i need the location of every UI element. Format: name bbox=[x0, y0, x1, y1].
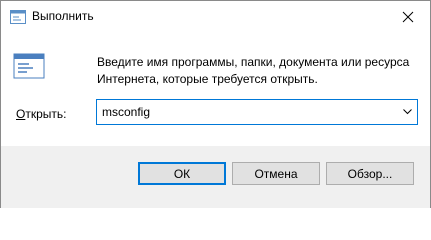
button-bar: ОК Отмена Обзор... bbox=[1, 146, 430, 208]
close-icon bbox=[402, 11, 413, 22]
ok-button[interactable]: ОК bbox=[138, 162, 226, 185]
title-bar[interactable]: Выполнить bbox=[1, 1, 430, 32]
cancel-button[interactable]: Отмена bbox=[232, 162, 320, 185]
open-label-text: ткрыть: bbox=[25, 107, 67, 121]
run-dialog-icon bbox=[13, 53, 45, 79]
close-button[interactable] bbox=[385, 1, 430, 32]
run-dialog: Выполнить Введите имя программы, папки, … bbox=[0, 0, 431, 208]
dropdown-button[interactable] bbox=[397, 100, 417, 124]
chevron-down-icon bbox=[402, 109, 412, 115]
run-dialog-icon bbox=[10, 10, 26, 24]
open-label-accelerator: О bbox=[16, 107, 26, 121]
open-input[interactable] bbox=[97, 100, 397, 124]
open-combobox[interactable] bbox=[96, 99, 418, 125]
instruction-text: Введите имя программы, папки, документа … bbox=[97, 55, 410, 86]
open-label: Открыть: bbox=[16, 107, 66, 121]
browse-button[interactable]: Обзор... bbox=[326, 162, 414, 185]
window-title: Выполнить bbox=[32, 9, 94, 23]
